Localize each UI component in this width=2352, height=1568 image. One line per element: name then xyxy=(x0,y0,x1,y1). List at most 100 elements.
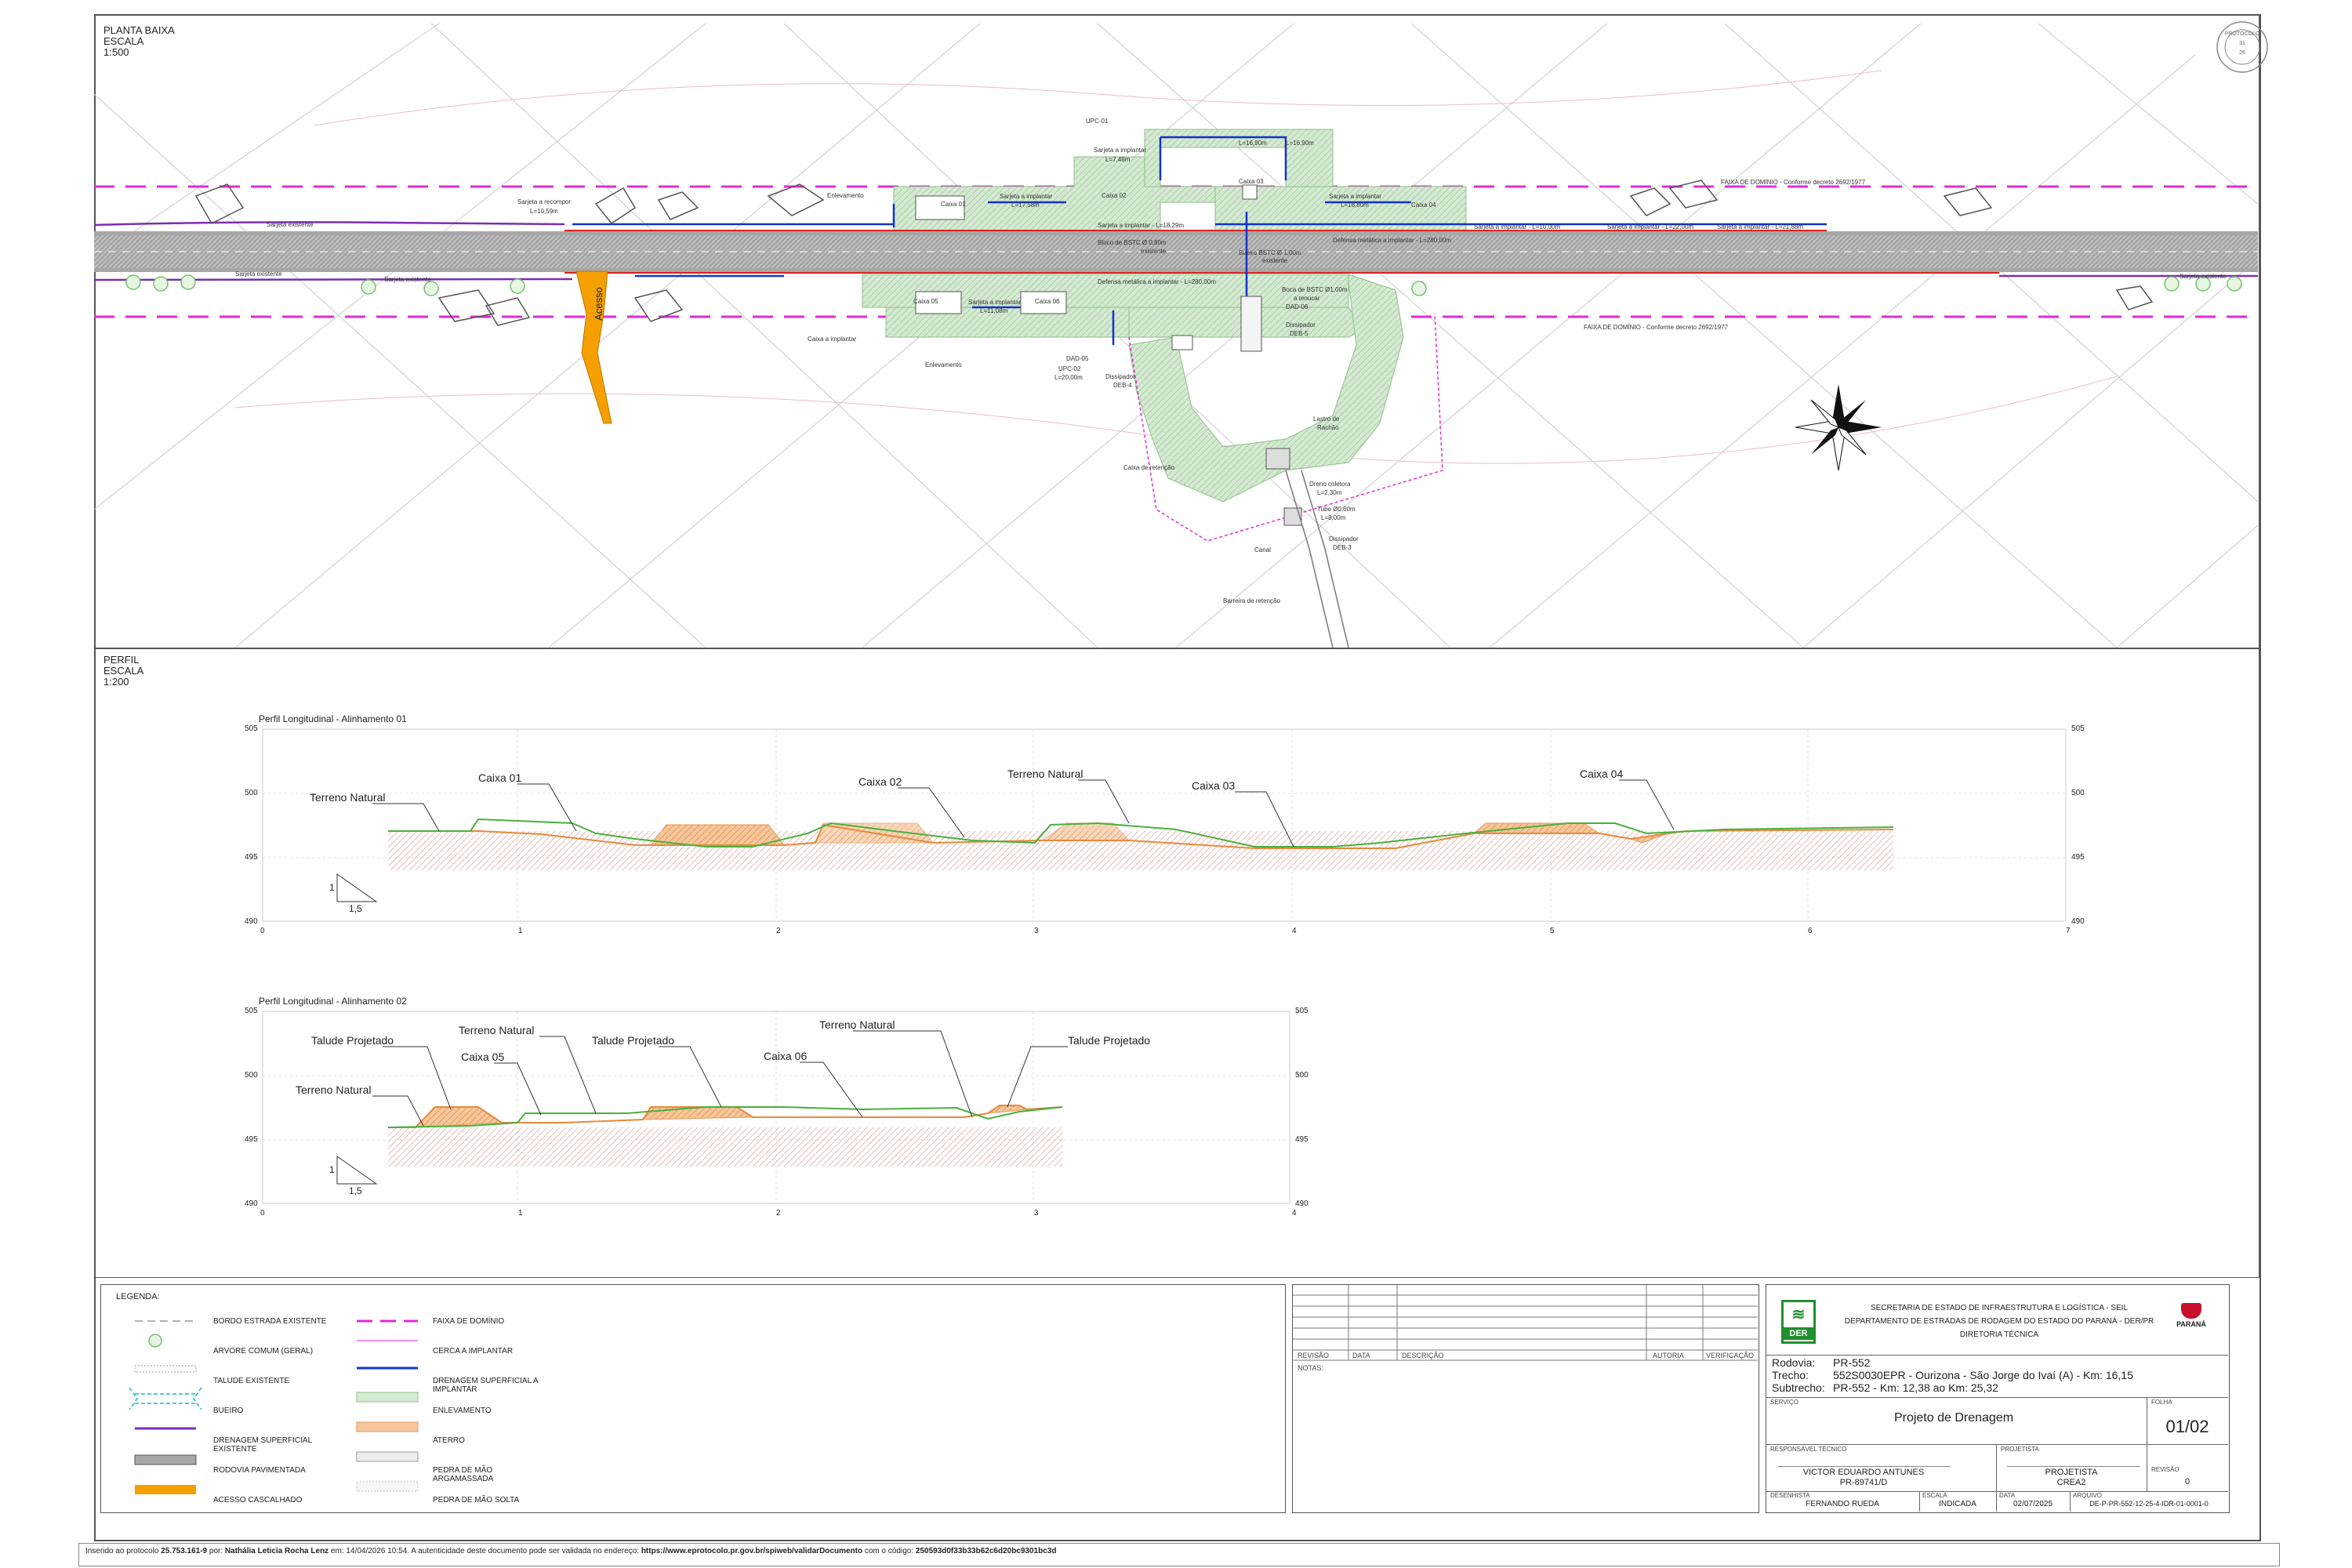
rev-label: REVISÃO xyxy=(2151,1466,2180,1473)
rev-header-revisao: REVISÃO xyxy=(1298,1352,1330,1359)
plan-label: Sarjeta existente xyxy=(267,221,314,228)
data-label: DATA xyxy=(1999,1492,2016,1499)
plan-label: Dissipador xyxy=(1286,321,1316,328)
plan-label: DEB-4 xyxy=(1113,382,1132,389)
rodovia-value: PR-552 xyxy=(1833,1356,1871,1369)
profile2-annotation: Caixa 05 xyxy=(461,1051,505,1063)
legend-item: ATERRO xyxy=(433,1436,465,1445)
profile2-y-tick: 490 xyxy=(1295,1200,1308,1208)
profile2-slope-h: 1,5 xyxy=(349,1185,362,1196)
profile2-x-tick: 4 xyxy=(1292,1209,1297,1218)
plan-label: Caixa de retenção xyxy=(1123,464,1174,471)
proj-name: PROJETISTA xyxy=(2045,1468,2098,1477)
profile2-x-tick: 2 xyxy=(776,1209,781,1218)
plan-label: Enlevamento xyxy=(827,192,864,199)
parana-crest: PARANÁ xyxy=(2172,1303,2211,1328)
legend-item: PEDRA DE MÃO SOLTA xyxy=(433,1496,520,1504)
profile1-annotation: Terreno Natural xyxy=(1007,768,1083,780)
profile1-y-tick: 495 xyxy=(245,853,258,862)
plan-label: L=18,80m xyxy=(1341,201,1369,209)
esc-label: ESCALA xyxy=(1922,1492,1947,1499)
legend-item: BORDO ESTRADA EXISTENTE xyxy=(213,1317,327,1326)
parana-text: PARANÁ xyxy=(2176,1320,2206,1328)
legend-item: ENLEVAMENTO xyxy=(433,1406,492,1415)
rev-header-autoria: AUTORIA xyxy=(1653,1352,1684,1359)
subtrecho-label: Subtrecho: xyxy=(1772,1381,1825,1394)
plan-label: Rachão xyxy=(1317,424,1339,431)
plan-label: DEB-5 xyxy=(1290,330,1308,337)
profile1-x-tick: 6 xyxy=(1808,927,1813,935)
der-logo: ≋ DER xyxy=(1781,1300,1816,1344)
plan-label: Dissipador xyxy=(1105,373,1135,380)
profile-title: PERFIL xyxy=(103,654,140,666)
footer-text-4: com o código: xyxy=(862,1547,916,1555)
profile-scale-label: ESCALA xyxy=(103,665,144,677)
profile-title-block: PERFIL ESCALA 1:200 xyxy=(103,655,143,688)
profile2-slope-v: 1 xyxy=(329,1164,335,1175)
profile2-annotation: Talude Projetado xyxy=(592,1034,675,1047)
legend-item: ACESSO CASCALHADO xyxy=(213,1496,303,1504)
plan-label: Caixa 04 xyxy=(1411,201,1436,209)
plan-label: DAD-06 xyxy=(1286,303,1308,310)
profile2-y-tick: 505 xyxy=(245,1007,258,1015)
plan-label: existente xyxy=(1262,257,1288,264)
plan-label: Sarjeta a implantar xyxy=(1000,193,1053,200)
rodovia-label: Rodovia: xyxy=(1772,1356,1816,1369)
plan-label: DAD-05 xyxy=(1066,355,1089,362)
plan-label: UPC-02 xyxy=(1058,365,1081,372)
profile1-title: Perfil Longitudinal - Alinhamento 01 xyxy=(259,713,407,724)
profile1-annotation: Caixa 04 xyxy=(1580,768,1624,780)
plan-label: Defensa metálica a implantar - L=280,00m xyxy=(1333,237,1451,244)
plan-label: Dreno coletora xyxy=(1309,481,1351,488)
rev-header-data: DATA xyxy=(1352,1352,1370,1359)
profile2-x-tick: 1 xyxy=(518,1209,523,1218)
plan-label: Sarjeta a implantar - L=10,00m xyxy=(1474,223,1561,230)
profile1-slope-v: 1 xyxy=(329,882,335,893)
rev-value: 0 xyxy=(2184,1477,2190,1486)
plan-label: L=10,59m xyxy=(530,208,558,215)
plan-label: Sarjeta a implantar xyxy=(968,299,1022,306)
revisions-box xyxy=(1292,1284,1759,1513)
protocol-footer: Inserido ao protocolo 25.753.161-9 por: … xyxy=(78,1543,2280,1566)
footer-url-link[interactable]: https://www.eprotocolo.pr.gov.br/spiweb/… xyxy=(641,1547,862,1555)
des-value: FERNANDO RUEDA xyxy=(1806,1500,1879,1508)
trecho-label: Trecho: xyxy=(1772,1369,1809,1381)
legend-item: RODOVIA PAVIMENTADA xyxy=(213,1466,306,1475)
profile2-y-tick: 500 xyxy=(245,1071,258,1080)
footer-user: Nathália Leticia Rocha Lenz xyxy=(224,1547,329,1555)
arq-label: ARQUIVO xyxy=(2073,1492,2102,1499)
plan-label: Caixa 01 xyxy=(941,201,966,208)
data-value: 02/07/2025 xyxy=(2013,1500,2053,1508)
parana-crest-icon xyxy=(2181,1303,2201,1319)
profile2-x-tick: 3 xyxy=(1034,1209,1039,1218)
legend-item: PEDRA DE MÃO ARGAMASSADA xyxy=(433,1466,494,1483)
plan-label: Tubo Ø0,60m xyxy=(1317,506,1356,513)
plan-label: L=16,90m xyxy=(1239,140,1267,147)
profile1-annotation: Caixa 03 xyxy=(1192,779,1236,792)
esc-value: INDICADA xyxy=(1939,1500,1976,1508)
plan-label: Boca de BSTC Ø1,00m xyxy=(1282,286,1348,293)
profile2-y-tick: 495 xyxy=(1295,1135,1308,1144)
plan-label: L=11,08m xyxy=(980,307,1008,314)
servico-label: SERVIÇO xyxy=(1770,1399,1798,1406)
resp-crea: PR-89741/D xyxy=(1839,1478,1888,1487)
legend-item: FAIXA DE DOMÍNIO xyxy=(433,1317,505,1326)
plan-label: L=7,48m xyxy=(1105,156,1131,163)
profile2-x-tick: 0 xyxy=(260,1209,265,1218)
plan-label: Sarjeta a implantar - L=18,29m xyxy=(1098,222,1185,229)
profile2-annotation: Caixa 06 xyxy=(764,1050,808,1062)
plan-label: Lastro de xyxy=(1313,416,1340,423)
plan-label: Sarjeta existente xyxy=(2180,273,2227,280)
protocol-stamp: PROTOCOLO 31 26 xyxy=(2223,30,2261,58)
arq-value: DE-P-PR-552-12-25-4-IDR-01-0001-0 xyxy=(2089,1500,2209,1508)
org-line3: DIRETORIA TÉCNICA xyxy=(1959,1330,2039,1339)
plan-label: FAIXA DE DOMÍNIO - Conforme decreto 2692… xyxy=(1584,324,1729,331)
plan-label: FAIXA DE DOMÍNIO - Conforme decreto 2692… xyxy=(1721,179,1866,186)
profile2-y-tick: 500 xyxy=(1295,1071,1308,1080)
profile2-title: Perfil Longitudinal - Alinhamento 02 xyxy=(259,996,407,1007)
footer-text-2: por: xyxy=(207,1547,225,1555)
profile2-annotation: Talude Projetado xyxy=(1068,1034,1151,1047)
plan-view xyxy=(93,21,2268,648)
profile1-y-tick: 505 xyxy=(2071,724,2085,733)
plan-label: Sarjeta a implantar xyxy=(1329,193,1382,200)
